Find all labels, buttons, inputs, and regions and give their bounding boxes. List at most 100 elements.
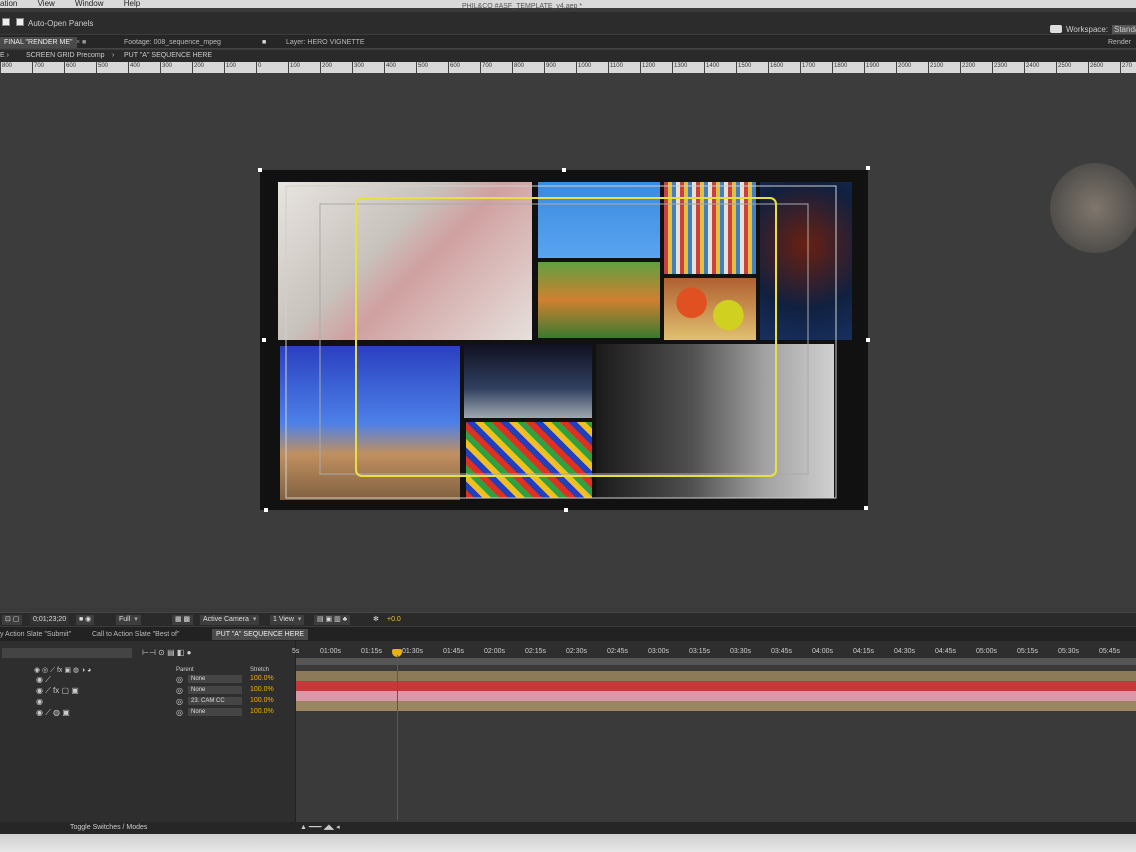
time-label: 01:00s: [320, 648, 342, 655]
ruler-tick: 700: [480, 62, 492, 73]
timeline-search-input[interactable]: [2, 648, 132, 658]
workspace-label: Workspace:: [1066, 25, 1109, 34]
transform-handle[interactable]: [258, 168, 262, 172]
ruler-tick: 1600: [768, 62, 783, 73]
workspace-select[interactable]: Standa: [1112, 25, 1136, 34]
chevron-down-icon: ▾: [134, 616, 138, 623]
layer-row[interactable]: ◉ ⟋ ◍ ▣ ◎ None 100.0%: [0, 708, 296, 718]
snapshot-icon[interactable]: ⊡ ▢: [2, 615, 23, 625]
ruler-tick: 500: [96, 62, 108, 73]
transform-handle[interactable]: [866, 166, 870, 170]
tab-sequence[interactable]: PUT "A" SEQUENCE HERE: [212, 629, 309, 640]
time-label: 02:15s: [525, 648, 547, 655]
ruler-tick: 100: [224, 62, 236, 73]
ruler-tick: 2300: [992, 62, 1007, 73]
parent-select[interactable]: None: [188, 708, 242, 716]
guides-overlay: [285, 185, 837, 499]
mask-path[interactable]: [355, 197, 777, 477]
visibility-icon[interactable]: ◉ ⟋ ◍ ▣: [36, 708, 70, 718]
parent-select[interactable]: None: [188, 686, 242, 694]
time-label: 04:15s: [853, 648, 875, 655]
exposure-icon[interactable]: ✻: [370, 615, 382, 625]
pickwhip-icon[interactable]: ◎: [176, 697, 183, 706]
transform-handle[interactable]: [866, 338, 870, 342]
breadcrumb-item-screen-grid[interactable]: SCREEN GRID Precomp: [26, 52, 105, 59]
menu-help[interactable]: Help: [124, 0, 140, 8]
transform-handle[interactable]: [864, 506, 868, 510]
render-label[interactable]: Render: [1108, 37, 1131, 48]
layer-bar-1[interactable]: [296, 671, 1136, 681]
parent-select[interactable]: 23. CAM CC: [188, 697, 242, 705]
menu-view[interactable]: View: [38, 0, 55, 8]
stretch-value[interactable]: 100.0%: [250, 686, 274, 694]
layer-row[interactable]: ◉ ⟋ ◎ None 100.0%: [0, 675, 296, 685]
composition-frame[interactable]: [258, 166, 870, 512]
visibility-icon[interactable]: ◉: [36, 697, 43, 706]
stretch-value[interactable]: 100.0%: [250, 697, 274, 705]
layer-bar-4[interactable]: [296, 701, 1136, 711]
ruler-tick: 400: [128, 62, 140, 73]
time-label: 01:45s: [443, 648, 465, 655]
tool-checkbox[interactable]: [2, 18, 10, 26]
layer-icon: ■: [262, 39, 267, 46]
transparency-grid-icon[interactable]: ▦ ▩: [172, 615, 194, 625]
breadcrumb: E › SCREEN GRID Precomp › PUT "A" SEQUEN…: [0, 50, 1136, 62]
stretch-value[interactable]: 100.0%: [250, 675, 274, 683]
transform-handle[interactable]: [564, 508, 568, 512]
tab-layer[interactable]: Layer: HERO VIGNETTE: [286, 37, 365, 48]
work-area-bar[interactable]: [296, 659, 1136, 665]
timeline-tools-icon[interactable]: ⊢⊣ ⊙ ▤ ◧ ●: [142, 648, 191, 657]
menu-composition[interactable]: ation: [0, 0, 17, 8]
resolution-select[interactable]: Full ▾: [116, 615, 141, 625]
exposure-value[interactable]: +0.0: [384, 615, 404, 625]
tools-toolbar: Auto-Open Panels Workspace: Standa: [0, 12, 1136, 34]
layer-bar-2[interactable]: [296, 681, 1136, 691]
playhead-line[interactable]: [397, 655, 398, 820]
tab-footage[interactable]: Footage: 008_sequence_mpeg: [124, 37, 221, 48]
tab-composition[interactable]: FINAL "RENDER ME": [0, 37, 77, 48]
zoom-slider[interactable]: ▲ ━━━ ◢◣ ◂: [300, 823, 340, 831]
stretch-value[interactable]: 100.0%: [250, 708, 274, 716]
breadcrumb-item-sequence[interactable]: PUT "A" SEQUENCE HERE: [124, 52, 212, 59]
menu-window[interactable]: Window: [75, 0, 103, 8]
timeline-bottom-bar: Toggle Switches / Modes ▲ ━━━ ◢◣ ◂: [0, 822, 1136, 834]
time-label: 02:45s: [607, 648, 629, 655]
transform-handle[interactable]: [562, 168, 566, 172]
visibility-icon[interactable]: ◉ ⟋: [36, 675, 51, 685]
auto-open-panels-label: Auto-Open Panels: [28, 19, 94, 28]
ruler-tick: 900: [544, 62, 556, 73]
camera-select[interactable]: Active Camera ▾: [200, 615, 260, 625]
ruler-tick: 200: [320, 62, 332, 73]
title-safe-guide: [285, 185, 837, 499]
toggle-switches-modes-button[interactable]: Toggle Switches / Modes: [70, 824, 147, 831]
ruler-tick: 300: [160, 62, 172, 73]
ruler-tick: 700: [32, 62, 44, 73]
chevron-right-icon: ›: [112, 52, 115, 59]
parent-select[interactable]: None: [188, 675, 242, 683]
chevron-down-icon: ▾: [297, 616, 302, 623]
pickwhip-icon[interactable]: ◎: [176, 675, 183, 684]
ruler-tick: 800: [0, 62, 12, 73]
camera-icon[interactable]: ■ ◉: [76, 615, 95, 625]
transform-handle[interactable]: [262, 338, 266, 342]
time-label: 05:30s: [1058, 648, 1080, 655]
layer-row[interactable]: ◉ ⟋ fx ▢ ▣ ◎ None 100.0%: [0, 686, 296, 696]
close-icon[interactable]: × ■: [76, 37, 86, 48]
pickwhip-icon[interactable]: ◎: [176, 686, 183, 695]
view-layout-value: 1 View: [273, 616, 294, 623]
ruler-tick: 2400: [1024, 62, 1039, 73]
current-timecode[interactable]: 0;01;23;20: [30, 615, 70, 625]
pickwhip-icon[interactable]: ◎: [176, 708, 183, 717]
visibility-icon[interactable]: ◉ ⟋ fx ▢ ▣: [36, 686, 79, 696]
view-options-icon[interactable]: ▤ ▣ ▥ ♣: [314, 615, 351, 625]
time-label: 01:30s: [402, 648, 424, 655]
tab-action-slate-submit[interactable]: y Action Slate "Submit": [0, 629, 71, 640]
timeline-tab-bar: y Action Slate "Submit" Call to Action S…: [0, 627, 1136, 641]
auto-open-panels-checkbox[interactable]: [16, 18, 24, 26]
transform-handle[interactable]: [264, 508, 268, 512]
layer-bar-3[interactable]: [296, 691, 1136, 701]
tab-action-slate-best-of[interactable]: Call to Action Slate "Best of": [92, 629, 179, 640]
view-layout-select[interactable]: 1 View ▾: [270, 615, 305, 625]
timeline-tracks[interactable]: 5s 01:00s 01:15s 01:30s 01:45s 02:00s 02…: [292, 641, 1136, 831]
layer-row[interactable]: ◉ ◎ 23. CAM CC 100.0%: [0, 697, 296, 707]
